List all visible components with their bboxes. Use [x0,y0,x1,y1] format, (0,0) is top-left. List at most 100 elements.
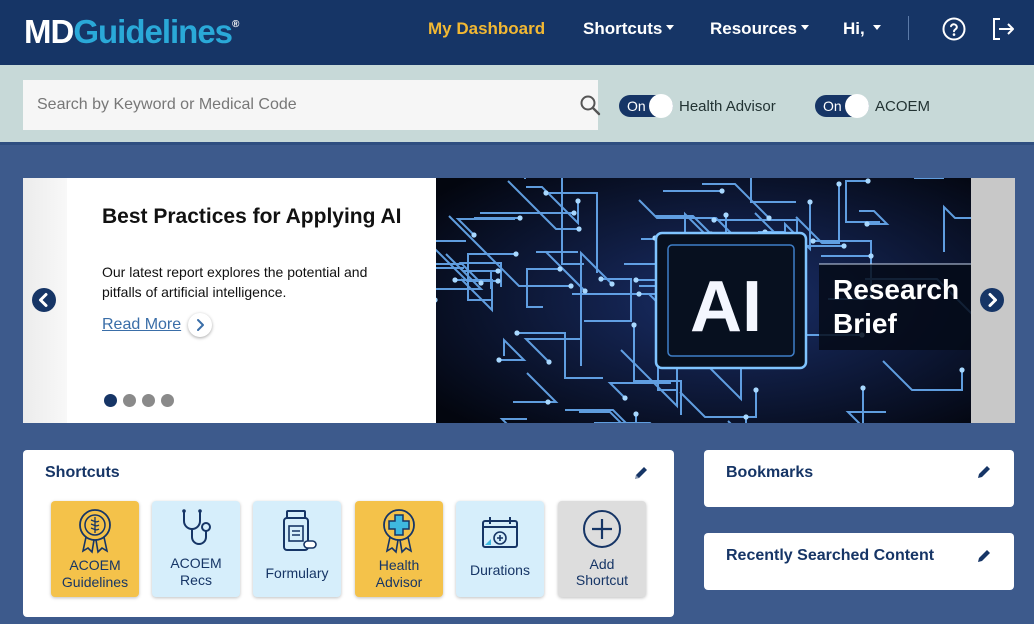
tile-label: Advisor [375,574,423,590]
carousel-next-icon[interactable] [980,288,1004,312]
toggle-label: Health Advisor [679,97,776,115]
pill-bottle-icon [283,510,317,551]
circuit-pad [807,199,813,205]
help-icon[interactable] [942,17,966,41]
ai-chip-text: AI [690,267,762,347]
circuit-pad [496,357,502,363]
search-input[interactable] [23,80,543,130]
health-advisor-toggle[interactable]: On Health Advisor [619,94,776,118]
tile-label: Add [589,556,615,572]
circuit-pad [495,278,501,284]
circuit-pad [495,268,501,274]
search-icon[interactable] [579,94,601,116]
circuit-pad [636,291,642,297]
tile-label: Formulary [265,565,329,581]
featured-carousel: Best Practices for Applying AI Our lates… [23,178,1015,423]
pencil-icon[interactable] [976,548,992,564]
circuit-pad [546,359,552,365]
toggle-knob [649,94,673,118]
circuit-pad [545,399,551,405]
chevron-down-icon [872,25,881,31]
circuit-pad [471,232,477,238]
shortcuts-panel: Shortcuts ACOEM Guidelines ACOEM Recs Fo… [23,450,674,617]
plus-circle-icon [583,510,621,548]
circuit-pad [631,322,637,328]
shortcut-formulary[interactable]: Formulary [253,501,341,597]
carousel-dot[interactable] [123,394,136,407]
circuit-pad [711,217,717,223]
carousel-prev-icon[interactable] [32,288,56,312]
recently-searched-panel: Recently Searched Content [704,533,1014,590]
toggle-knob [845,94,869,118]
circuit-pad [576,226,582,232]
shortcut-acoem-guidelines[interactable]: ACOEM Guidelines [51,501,139,597]
circuit-pad [598,276,604,282]
carousel-dots [104,394,174,407]
header-divider [908,16,909,40]
add-shortcut-button[interactable]: Add Shortcut [558,501,646,597]
toggle-label: ACOEM [875,97,931,115]
recently-searched-title: Recently Searched Content [726,547,935,564]
logout-icon[interactable] [990,16,1016,42]
nav-user-menu[interactable]: Hi, [843,19,881,39]
tile-label: Guidelines [61,574,129,590]
circuit-pad [568,283,574,289]
carousel-dot[interactable] [161,394,174,407]
medical-cross-badge-icon [383,509,415,554]
tile-label: ACOEM [170,555,222,571]
circuit-illustration: AI Research Brief [436,178,971,423]
circuit-pad [810,238,816,244]
circuit-pad [868,253,874,259]
chevron-right-icon[interactable] [188,313,212,337]
toggle-switch[interactable]: On [815,94,869,118]
shortcuts-title: Shortcuts [45,464,120,481]
tile-label: Durations [470,562,530,578]
search-band: On Health Advisor On ACOEM [0,65,1034,145]
circuit-pad [517,215,523,221]
nav-my-dashboard[interactable]: My Dashboard [428,19,545,39]
toggle-switch[interactable]: On [619,94,673,118]
carousel-description: Our latest report explores the potential… [102,264,368,300]
brief-text: Brief [833,308,897,339]
pencil-icon[interactable] [633,465,649,481]
circuit-pad [633,277,639,283]
nav-shortcuts[interactable]: Shortcuts [583,19,675,39]
circuit-board-image: AI Research Brief [436,178,971,423]
carousel-dot[interactable] [104,394,117,407]
circuit-pad [513,251,519,257]
carousel-title: Best Practices for Applying AI [102,205,402,228]
circuit-pad [743,414,749,420]
bookmarks-panel: Bookmarks [704,450,1014,507]
circuit-pad [719,188,725,194]
mdguidelines-logo[interactable]: MDGuidelines® [24,13,239,51]
top-header: MDGuidelines® My Dashboard Shortcuts Res… [0,0,1034,65]
carousel-dot[interactable] [142,394,155,407]
read-more-link[interactable]: Read More [102,316,181,334]
research-text: Research [833,274,959,305]
shortcut-durations[interactable]: Durations [456,501,544,597]
award-medal-icon [79,509,111,554]
circuit-pad [633,411,639,417]
tile-label: Recs [180,572,212,588]
nav-resources[interactable]: Resources [710,19,809,39]
acoem-toggle[interactable]: On ACOEM [815,94,931,118]
circuit-pad [753,387,759,393]
circuit-pad [766,215,772,221]
chevron-down-icon [800,25,809,31]
circuit-pad [959,367,965,373]
shortcut-acoem-recs[interactable]: ACOEM Recs [152,501,240,597]
circuit-pad [478,280,484,286]
circuit-pad [514,330,520,336]
circuit-pad [865,178,871,184]
tile-label: Health [378,557,420,573]
tile-label: ACOEM [69,557,121,573]
circuit-pad [582,288,588,294]
circuit-pad [557,266,563,272]
tile-label: Shortcut [575,572,629,588]
stethoscope-icon [182,509,211,545]
pencil-icon[interactable] [976,464,992,480]
circuit-pad [864,221,870,227]
search-box [23,80,601,130]
circuit-pad [452,277,458,283]
shortcut-health-advisor[interactable]: Health Advisor [355,501,443,597]
